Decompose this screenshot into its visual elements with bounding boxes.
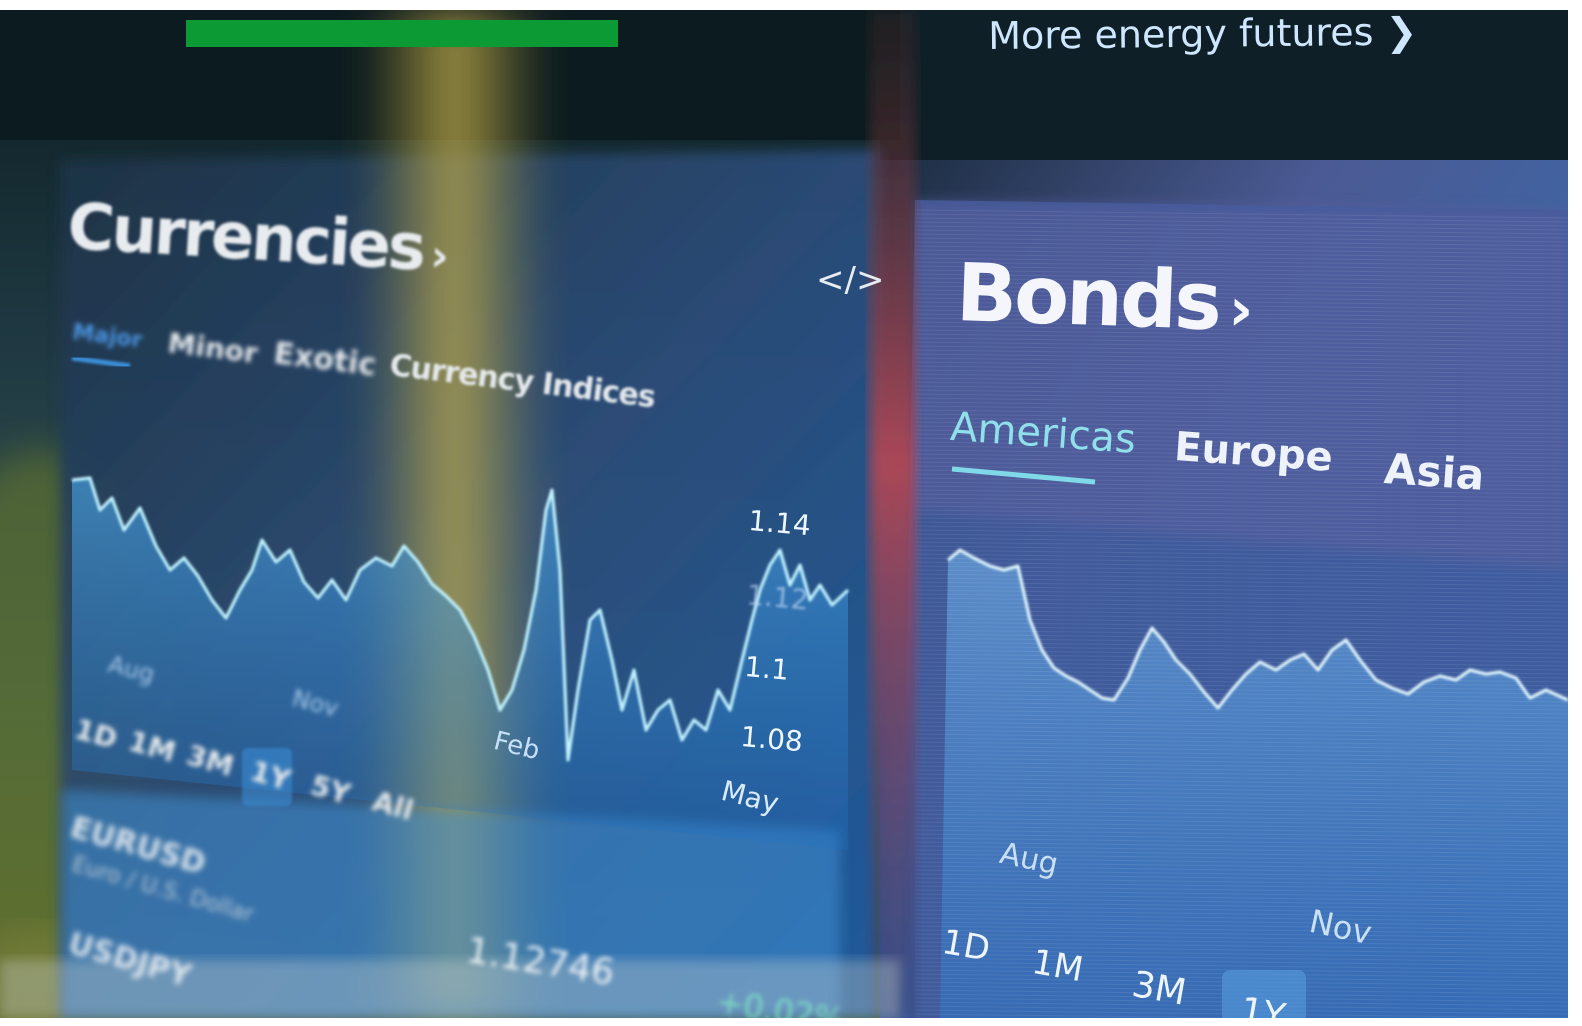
- chevron-right-icon: ›: [1227, 274, 1252, 346]
- currencies-y-tick: 1.12: [745, 578, 811, 617]
- embed-code-icon[interactable]: </>: [816, 260, 884, 300]
- more-energy-futures-link[interactable]: More energy futures ❯: [988, 10, 1418, 58]
- bonds-tab-asia[interactable]: Asia: [1383, 444, 1486, 500]
- overlay-green-bar: [186, 20, 618, 47]
- currencies-y-tick: 1.14: [747, 504, 813, 543]
- stock-photo-trading-screens: More energy futures ❯ Currencies› </> Ma…: [0, 10, 1568, 1018]
- bonds-title[interactable]: Bonds ›: [955, 246, 1253, 349]
- bonds-title-text: Bonds: [954, 246, 1221, 349]
- chevron-right-icon: ›: [429, 230, 448, 283]
- currencies-y-tick: 1.1: [743, 650, 791, 687]
- currencies-y-tick: 1.08: [739, 720, 805, 759]
- bonds-range-1d[interactable]: 1D: [939, 922, 993, 970]
- bonds-range-1m[interactable]: 1M: [1029, 942, 1086, 990]
